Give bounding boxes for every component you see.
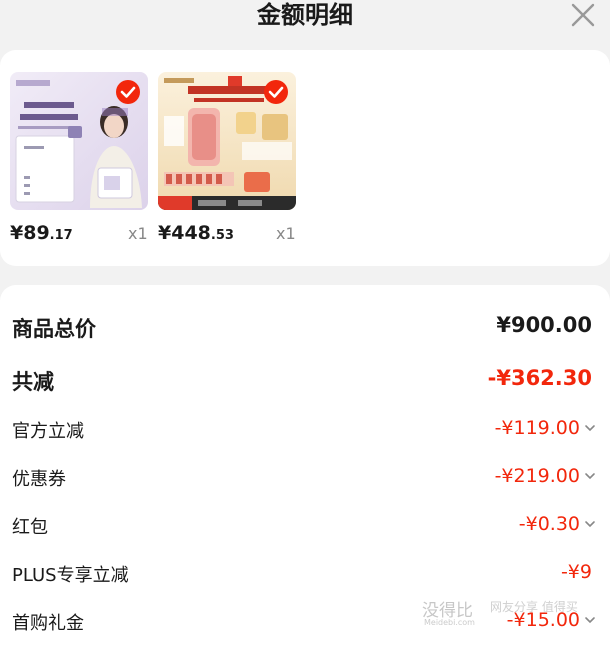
row-amount: -¥9 xyxy=(560,561,592,583)
chevron-down-icon[interactable] xyxy=(584,417,596,437)
products-card: ¥89.17 x1 ¥448.53 x1 xyxy=(0,50,610,266)
header: 金额明细 xyxy=(0,0,610,34)
row-label: 优惠券 xyxy=(12,469,66,490)
row-red-packet[interactable]: 红包 -¥0.30 xyxy=(0,505,610,545)
selected-check[interactable] xyxy=(264,80,288,104)
row-label: 官方立减 xyxy=(12,421,84,442)
row-label: 红包 xyxy=(12,517,48,538)
product-image[interactable] xyxy=(10,72,148,210)
row-amount: -¥219.00 xyxy=(494,465,580,487)
watermark: 没得比 Meidebi.com 网友分享 值得买 xyxy=(422,596,610,636)
price-decimal: .17 xyxy=(49,228,73,243)
price-integer: ¥448 xyxy=(158,222,211,244)
watermark-caption: 网友分享 值得买 xyxy=(490,600,578,614)
chevron-down-icon[interactable] xyxy=(584,465,596,485)
price-integer: ¥89 xyxy=(10,222,50,244)
page-title: 金额明细 xyxy=(257,1,353,29)
row-plus-discount: PLUS专享立减 -¥9 xyxy=(0,553,610,593)
row-total-price: 商品总价 ¥900.00 xyxy=(0,305,610,345)
check-icon xyxy=(120,86,136,98)
row-label: PLUS专享立减 xyxy=(12,565,129,586)
row-amount: -¥362.30 xyxy=(487,366,592,390)
price-row: ¥89.17 x1 xyxy=(10,218,150,248)
close-button[interactable] xyxy=(570,2,596,28)
row-amount: ¥900.00 xyxy=(496,313,592,337)
chevron-down-icon[interactable] xyxy=(584,513,596,533)
row-total-reduce: 共减 -¥362.30 xyxy=(0,358,610,398)
row-label: 商品总价 xyxy=(12,317,96,341)
price-decimal: .53 xyxy=(210,228,234,243)
product-quantity: x1 xyxy=(128,224,148,243)
row-amount: -¥0.30 xyxy=(518,513,580,535)
summary-card: 商品总价 ¥900.00 共减 -¥362.30 官方立减 -¥119.00 优… xyxy=(0,285,610,649)
product-item: ¥448.53 x1 xyxy=(158,72,298,248)
row-coupon[interactable]: 优惠券 -¥219.00 xyxy=(0,457,610,497)
row-label: 首购礼金 xyxy=(12,613,84,634)
watermark-site: Meidebi.com xyxy=(424,618,475,627)
selected-check[interactable] xyxy=(116,80,140,104)
product-item: ¥89.17 x1 xyxy=(10,72,150,248)
product-price: ¥448.53 xyxy=(158,222,234,244)
check-icon xyxy=(268,86,284,98)
product-price: ¥89.17 xyxy=(10,222,73,244)
row-label: 共减 xyxy=(12,370,54,394)
product-quantity: x1 xyxy=(276,224,296,243)
price-row: ¥448.53 x1 xyxy=(158,218,298,248)
close-icon xyxy=(571,3,595,27)
product-image[interactable] xyxy=(158,72,296,210)
row-official-discount[interactable]: 官方立减 -¥119.00 xyxy=(0,409,610,449)
row-amount: -¥119.00 xyxy=(494,417,580,439)
